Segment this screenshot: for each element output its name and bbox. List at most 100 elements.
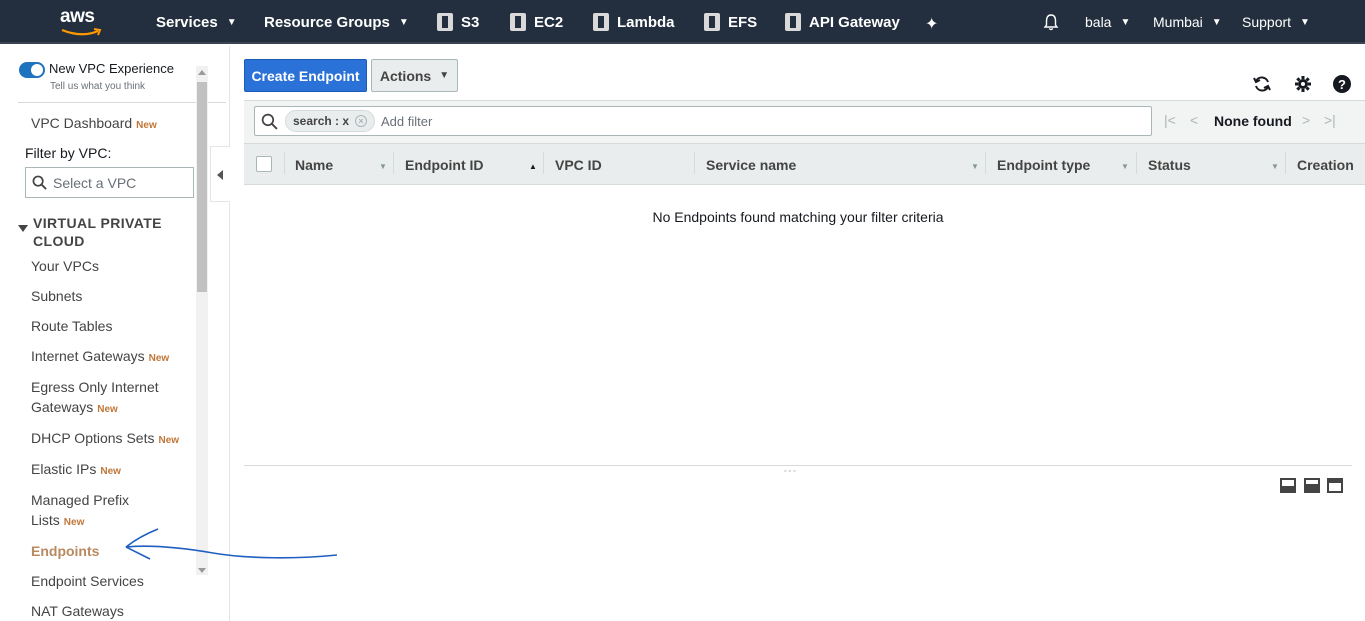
region-menu-label: Mumbai xyxy=(1153,14,1203,30)
collapse-sidebar-button[interactable] xyxy=(210,146,230,202)
scroll-up-arrow-icon[interactable] xyxy=(198,70,206,75)
sidebar-item-managed-prefix-lists[interactable]: Managed Prefix xyxy=(31,492,129,508)
sidebar-item-nat-gateways[interactable]: NAT Gateways xyxy=(31,603,124,619)
new-vpc-experience-toggle[interactable] xyxy=(19,62,45,78)
bell-icon[interactable] xyxy=(1042,13,1060,31)
shortcut-efs[interactable]: EFS xyxy=(704,0,757,44)
vpc-filter-select[interactable]: Select a VPC xyxy=(25,167,194,198)
chevron-down-icon: ▼ xyxy=(226,16,237,28)
sidebar-item-subnets[interactable]: Subnets xyxy=(31,288,82,304)
create-endpoint-button[interactable]: Create Endpoint xyxy=(244,59,367,92)
column-header-status[interactable]: Status xyxy=(1148,157,1191,173)
sidebar-item-endpoint-services[interactable]: Endpoint Services xyxy=(31,573,144,589)
column-separator xyxy=(543,152,544,174)
chevron-down-icon: ▼ xyxy=(1300,16,1310,28)
sidebar-item-your-vpcs[interactable]: Your VPCs xyxy=(31,258,99,274)
column-header-endpoint-type[interactable]: Endpoint type xyxy=(997,157,1090,173)
collapse-triangle-icon[interactable] xyxy=(18,225,28,232)
shortcut-s3[interactable]: S3 xyxy=(437,0,479,44)
sidebar-item-label: Route Tables xyxy=(31,318,113,334)
new-badge: New xyxy=(97,404,118,415)
sidebar-item-label: Gateways xyxy=(31,399,94,415)
add-filter-input[interactable]: Add filter xyxy=(381,114,432,129)
user-menu[interactable]: bala ▼ xyxy=(1085,0,1130,44)
layout-bottom-icon[interactable] xyxy=(1280,478,1296,493)
first-page-icon[interactable]: |< xyxy=(1164,112,1176,128)
sidebar-item-label: Managed Prefix xyxy=(31,492,130,508)
column-header-creation[interactable]: Creation xyxy=(1297,157,1354,173)
sort-down-icon[interactable]: ▼ xyxy=(379,162,387,171)
last-page-icon[interactable]: >| xyxy=(1324,112,1336,128)
efs-icon xyxy=(704,13,720,31)
s3-icon xyxy=(437,13,453,31)
column-separator xyxy=(393,152,394,174)
sidebar-item-dhcp-options-sets[interactable]: DHCP Options Sets New xyxy=(31,430,179,446)
sidebar-item-label: NAT Gateways xyxy=(31,603,124,619)
sidebar-item-internet-gateways[interactable]: Internet Gateways New xyxy=(31,348,169,364)
actions-button[interactable]: Actions ▼ xyxy=(371,59,458,92)
user-menu-label: bala xyxy=(1085,14,1112,30)
sidebar-item-vpc-dashboard[interactable]: VPC Dashboard New xyxy=(31,115,157,131)
sidebar-item-label: Internet Gateways xyxy=(31,348,145,364)
sidebar-item-managed-prefix-lists-line2[interactable]: Lists New xyxy=(31,512,84,528)
select-all-checkbox[interactable] xyxy=(256,156,272,172)
chevron-down-icon: ▼ xyxy=(439,70,450,81)
pin-icon[interactable]: ✦ xyxy=(925,14,938,34)
feedback-link[interactable]: Tell us what you think xyxy=(50,81,145,92)
remove-token-icon[interactable]: × xyxy=(355,115,367,127)
sidebar-item-label: Elastic IPs xyxy=(31,461,97,477)
sort-up-icon[interactable]: ▲ xyxy=(529,162,537,171)
sidebar-item-endpoints[interactable]: Endpoints xyxy=(31,543,99,559)
column-header-endpoint-id[interactable]: Endpoint ID xyxy=(405,157,484,173)
toggle-label: New VPC Experience xyxy=(49,61,174,76)
sidebar-item-route-tables[interactable]: Route Tables xyxy=(31,318,112,334)
gear-icon[interactable] xyxy=(1293,74,1313,94)
sort-down-icon[interactable]: ▼ xyxy=(1121,162,1129,171)
column-header-name[interactable]: Name xyxy=(295,157,333,173)
next-page-icon[interactable]: > xyxy=(1302,112,1310,128)
resource-groups-menu[interactable]: Resource Groups ▼ xyxy=(264,0,409,44)
section-heading-virtual-private-cloud[interactable]: VIRTUAL PRIVATE CLOUD xyxy=(33,214,193,250)
top-navigation-bar: aws Services ▼ Resource Groups ▼ S3 EC2 … xyxy=(0,0,1365,44)
shortcut-ec2[interactable]: EC2 xyxy=(510,0,563,44)
search-icon xyxy=(32,175,47,190)
chevron-down-icon: ▼ xyxy=(398,16,409,28)
new-badge: New xyxy=(148,353,170,364)
shortcut-ec2-label: EC2 xyxy=(534,13,564,31)
column-separator xyxy=(985,152,986,174)
sort-down-icon[interactable]: ▼ xyxy=(971,162,979,171)
shortcut-lambda-label: Lambda xyxy=(617,13,675,31)
sort-down-icon[interactable]: ▼ xyxy=(1271,162,1279,171)
services-menu[interactable]: Services ▼ xyxy=(156,0,237,44)
prev-page-icon[interactable]: < xyxy=(1190,112,1198,128)
sidebar-scrollbar-thumb[interactable] xyxy=(197,82,207,292)
aws-logo-text: aws xyxy=(60,6,95,27)
help-icon[interactable]: ? xyxy=(1332,74,1352,94)
column-header-vpc-id[interactable]: VPC ID xyxy=(555,157,602,173)
column-separator xyxy=(694,152,695,174)
column-header-service-name[interactable]: Service name xyxy=(706,157,796,173)
sidebar-item-label: Endpoints xyxy=(31,543,100,559)
new-badge: New xyxy=(158,435,180,446)
shortcut-lambda[interactable]: Lambda xyxy=(593,0,675,44)
sidebar-item-label: Egress Only Internet xyxy=(31,379,159,395)
search-filter-token[interactable]: search : x × xyxy=(285,110,375,132)
api-gateway-icon xyxy=(785,13,801,31)
refresh-icon[interactable] xyxy=(1252,74,1272,94)
sidebar-item-elastic-ips[interactable]: Elastic IPs New xyxy=(31,461,121,477)
shortcut-efs-label: EFS xyxy=(728,13,758,31)
shortcut-api-gateway[interactable]: API Gateway xyxy=(785,0,900,44)
layout-split-icon[interactable] xyxy=(1304,478,1320,493)
new-badge: New xyxy=(63,517,85,528)
sidebar-item-egress-only-internet-gateways[interactable]: Egress Only Internet xyxy=(31,379,159,395)
shortcut-api-gateway-label: API Gateway xyxy=(809,13,900,31)
new-badge: New xyxy=(100,466,121,477)
split-pane-grip-icon[interactable]: ▫▫▫ xyxy=(784,468,797,475)
split-pane-divider[interactable] xyxy=(244,465,1352,466)
filter-by-vpc-label: Filter by VPC: xyxy=(25,145,112,161)
region-menu[interactable]: Mumbai ▼ xyxy=(1153,0,1222,44)
support-menu[interactable]: Support ▼ xyxy=(1242,0,1310,44)
aws-logo[interactable]: aws xyxy=(56,6,106,36)
sidebar-item-egress-only-internet-gateways-line2[interactable]: Gateways New xyxy=(31,399,118,415)
layout-top-icon[interactable] xyxy=(1327,478,1343,493)
